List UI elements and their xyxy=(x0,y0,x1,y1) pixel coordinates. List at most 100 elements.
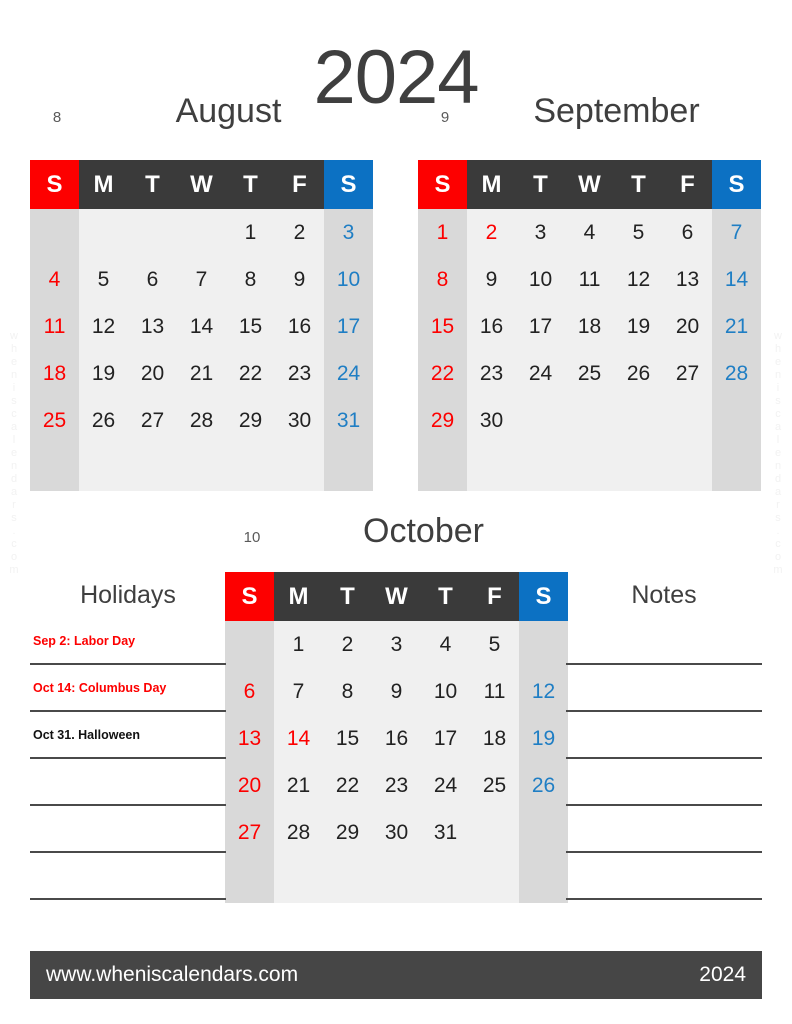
day-cell[interactable]: 29 xyxy=(323,809,372,856)
holiday-row[interactable] xyxy=(30,806,226,853)
day-cell[interactable]: 15 xyxy=(418,303,467,350)
day-cell[interactable]: 18 xyxy=(470,715,519,762)
day-cell[interactable]: 8 xyxy=(418,256,467,303)
day-cell[interactable]: 30 xyxy=(467,397,516,444)
day-cell[interactable]: 15 xyxy=(323,715,372,762)
day-cell[interactable]: 17 xyxy=(516,303,565,350)
day-cell[interactable]: 4 xyxy=(30,256,79,303)
day-cell[interactable]: 19 xyxy=(614,303,663,350)
day-cell[interactable]: 10 xyxy=(324,256,373,303)
day-cell[interactable]: 11 xyxy=(470,668,519,715)
note-row[interactable] xyxy=(566,665,762,712)
day-cell[interactable]: 14 xyxy=(177,303,226,350)
day-cell[interactable]: 5 xyxy=(470,621,519,668)
day-cell[interactable]: 22 xyxy=(323,762,372,809)
day-cell[interactable]: 6 xyxy=(128,256,177,303)
day-cell[interactable]: 30 xyxy=(275,397,324,444)
day-cell[interactable]: 28 xyxy=(712,350,761,397)
day-cell[interactable]: 12 xyxy=(519,668,568,715)
day-cell[interactable]: 16 xyxy=(467,303,516,350)
day-cell[interactable]: 7 xyxy=(712,209,761,256)
day-cell[interactable]: 23 xyxy=(372,762,421,809)
day-cell[interactable]: 26 xyxy=(614,350,663,397)
day-cell[interactable]: 23 xyxy=(467,350,516,397)
day-cell[interactable]: 9 xyxy=(275,256,324,303)
holiday-row[interactable]: Oct 14: Columbus Day xyxy=(30,665,226,712)
day-cell[interactable]: 21 xyxy=(274,762,323,809)
day-cell[interactable]: 12 xyxy=(614,256,663,303)
day-cell[interactable]: 20 xyxy=(663,303,712,350)
day-cell[interactable]: 25 xyxy=(470,762,519,809)
day-cell[interactable]: 2 xyxy=(467,209,516,256)
day-cell[interactable]: 16 xyxy=(275,303,324,350)
day-cell[interactable]: 7 xyxy=(274,668,323,715)
day-cell[interactable]: 29 xyxy=(226,397,275,444)
day-cell[interactable]: 21 xyxy=(177,350,226,397)
note-row[interactable] xyxy=(566,618,762,665)
day-cell[interactable]: 6 xyxy=(225,668,274,715)
day-cell[interactable]: 6 xyxy=(663,209,712,256)
day-cell[interactable]: 24 xyxy=(421,762,470,809)
day-cell[interactable]: 10 xyxy=(516,256,565,303)
day-cell[interactable]: 24 xyxy=(516,350,565,397)
day-cell[interactable]: 27 xyxy=(128,397,177,444)
day-cell[interactable]: 16 xyxy=(372,715,421,762)
day-cell[interactable]: 17 xyxy=(421,715,470,762)
holiday-row[interactable] xyxy=(30,853,226,900)
day-cell[interactable]: 4 xyxy=(421,621,470,668)
day-cell[interactable]: 3 xyxy=(372,621,421,668)
day-cell[interactable]: 3 xyxy=(516,209,565,256)
day-cell[interactable]: 1 xyxy=(274,621,323,668)
day-cell[interactable]: 9 xyxy=(467,256,516,303)
note-row[interactable] xyxy=(566,712,762,759)
day-cell[interactable]: 30 xyxy=(372,809,421,856)
day-cell[interactable]: 26 xyxy=(519,762,568,809)
day-cell[interactable]: 19 xyxy=(519,715,568,762)
day-cell[interactable]: 5 xyxy=(79,256,128,303)
day-cell[interactable]: 1 xyxy=(418,209,467,256)
day-cell[interactable]: 9 xyxy=(372,668,421,715)
day-cell[interactable]: 19 xyxy=(79,350,128,397)
day-cell[interactable]: 8 xyxy=(323,668,372,715)
day-cell[interactable]: 26 xyxy=(79,397,128,444)
holiday-row[interactable]: Oct 31. Halloween xyxy=(30,712,226,759)
day-cell[interactable]: 10 xyxy=(421,668,470,715)
day-cell[interactable]: 12 xyxy=(79,303,128,350)
day-cell[interactable]: 24 xyxy=(324,350,373,397)
day-cell[interactable]: 11 xyxy=(565,256,614,303)
day-cell[interactable]: 25 xyxy=(565,350,614,397)
day-cell[interactable]: 21 xyxy=(712,303,761,350)
day-cell[interactable]: 23 xyxy=(275,350,324,397)
day-cell[interactable]: 22 xyxy=(418,350,467,397)
day-cell[interactable]: 18 xyxy=(30,350,79,397)
note-row[interactable] xyxy=(566,853,762,900)
day-cell[interactable]: 14 xyxy=(274,715,323,762)
day-cell[interactable]: 28 xyxy=(177,397,226,444)
day-cell[interactable]: 27 xyxy=(663,350,712,397)
day-cell[interactable]: 13 xyxy=(225,715,274,762)
day-cell[interactable]: 14 xyxy=(712,256,761,303)
day-cell[interactable]: 22 xyxy=(226,350,275,397)
day-cell[interactable]: 7 xyxy=(177,256,226,303)
day-cell[interactable]: 27 xyxy=(225,809,274,856)
day-cell[interactable]: 15 xyxy=(226,303,275,350)
note-row[interactable] xyxy=(566,759,762,806)
footer-website[interactable]: www.wheniscalendars.com xyxy=(46,963,298,987)
day-cell[interactable]: 31 xyxy=(421,809,470,856)
holiday-row[interactable] xyxy=(30,759,226,806)
day-cell[interactable]: 18 xyxy=(565,303,614,350)
day-cell[interactable]: 11 xyxy=(30,303,79,350)
day-cell[interactable]: 1 xyxy=(226,209,275,256)
day-cell[interactable]: 3 xyxy=(324,209,373,256)
note-row[interactable] xyxy=(566,806,762,853)
day-cell[interactable]: 4 xyxy=(565,209,614,256)
day-cell[interactable]: 20 xyxy=(225,762,274,809)
day-cell[interactable]: 13 xyxy=(663,256,712,303)
day-cell[interactable]: 13 xyxy=(128,303,177,350)
day-cell[interactable]: 8 xyxy=(226,256,275,303)
day-cell[interactable]: 29 xyxy=(418,397,467,444)
day-cell[interactable]: 5 xyxy=(614,209,663,256)
day-cell[interactable]: 31 xyxy=(324,397,373,444)
day-cell[interactable]: 2 xyxy=(275,209,324,256)
holiday-row[interactable]: Sep 2: Labor Day xyxy=(30,618,226,665)
